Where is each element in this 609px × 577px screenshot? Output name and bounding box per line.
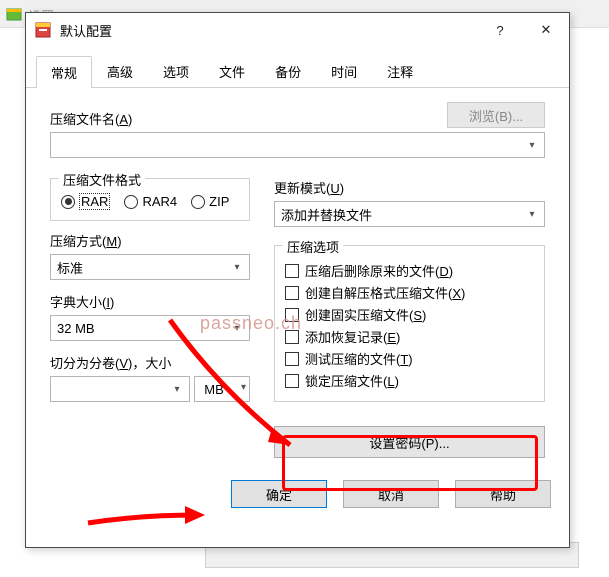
opt-solid[interactable]: 创建固实压缩文件(S)	[285, 305, 534, 324]
format-rar4-radio[interactable]: RAR4	[124, 194, 177, 209]
tab-strip: 常规 高级 选项 文件 备份 时间 注释	[26, 51, 569, 88]
format-rar-radio[interactable]: RAR	[61, 193, 110, 210]
cancel-button[interactable]: 取消	[343, 480, 439, 508]
left-column: 压缩文件格式 RAR RAR4 ZIP	[50, 178, 250, 458]
chevron-down-icon: ▾	[241, 382, 246, 393]
checkbox-icon	[285, 264, 299, 278]
archive-format-group: 压缩文件格式 RAR RAR4 ZIP	[50, 178, 250, 221]
tab-comment[interactable]: 注释	[372, 55, 428, 87]
split-unit-combo[interactable]: MB ▾	[194, 376, 250, 402]
parent-window-icon	[6, 6, 22, 22]
opt-lock[interactable]: 锁定压缩文件(L)	[285, 371, 534, 390]
split-volume-label: 切分为分卷(V)，大小	[50, 353, 250, 372]
compression-method-combo[interactable]: 标准 ▾	[50, 254, 250, 280]
chevron-down-icon: ▾	[229, 259, 245, 275]
tab-files[interactable]: 文件	[204, 55, 260, 87]
radio-icon	[124, 195, 138, 209]
dictionary-size-label: 字典大小(I)	[50, 292, 250, 311]
archive-name-combo[interactable]: ▾	[50, 132, 545, 158]
general-panel: 压缩文件名(A) 浏览(B)... ▾ 压缩文件格式 RAR	[26, 88, 569, 468]
ok-button[interactable]: 确定	[231, 480, 327, 508]
opt-delete-after[interactable]: 压缩后删除原来的文件(D)	[285, 261, 534, 280]
chevron-down-icon: ▾	[169, 381, 185, 397]
dialog-title: 默认配置	[60, 21, 477, 40]
checkbox-icon	[285, 286, 299, 300]
default-profile-dialog: 默认配置 ? ✕ 常规 高级 选项 文件 备份 时间 注释 压缩文件名(A) 浏…	[25, 12, 570, 548]
right-column: 更新模式(U) 添加并替换文件 ▾ 压缩选项 压缩后删除原来的文件(D) 创建自…	[274, 178, 545, 458]
help-footer-button[interactable]: 帮助	[455, 480, 551, 508]
browse-button[interactable]: 浏览(B)...	[447, 102, 545, 128]
checkbox-icon	[285, 352, 299, 366]
tab-time[interactable]: 时间	[316, 55, 372, 87]
checkbox-icon	[285, 330, 299, 344]
dialog-footer: 确定 取消 帮助	[26, 468, 569, 508]
checkbox-icon	[285, 308, 299, 322]
tab-options[interactable]: 选项	[148, 55, 204, 87]
compression-options-group: 压缩选项 压缩后删除原来的文件(D) 创建自解压格式压缩文件(X) 创建固实压缩…	[274, 245, 545, 402]
update-mode-combo[interactable]: 添加并替换文件 ▾	[274, 201, 545, 227]
tab-general[interactable]: 常规	[36, 56, 92, 88]
app-icon	[34, 21, 52, 39]
opt-recovery[interactable]: 添加恢复记录(E)	[285, 327, 534, 346]
archive-name-label: 压缩文件名(A)	[50, 109, 132, 128]
dialog-titlebar: 默认配置 ? ✕	[26, 13, 569, 47]
archive-format-legend: 压缩文件格式	[59, 170, 145, 189]
split-size-combo[interactable]: ▾	[50, 376, 190, 402]
opt-sfx[interactable]: 创建自解压格式压缩文件(X)	[285, 283, 534, 302]
chevron-down-icon: ▾	[524, 137, 540, 153]
compression-method-label: 压缩方式(M)	[50, 231, 250, 250]
update-mode-label: 更新模式(U)	[274, 178, 545, 197]
tab-backup[interactable]: 备份	[260, 55, 316, 87]
dictionary-size-combo[interactable]: 32 MB ▾	[50, 315, 250, 341]
opt-test[interactable]: 测试压缩的文件(T)	[285, 349, 534, 368]
close-button[interactable]: ✕	[523, 15, 569, 45]
compression-options-legend: 压缩选项	[283, 237, 343, 256]
set-password-button[interactable]: 设置密码(P)...	[274, 426, 545, 458]
tab-advanced[interactable]: 高级	[92, 55, 148, 87]
help-button[interactable]: ?	[477, 15, 523, 45]
format-zip-radio[interactable]: ZIP	[191, 194, 229, 209]
checkbox-icon	[285, 374, 299, 388]
chevron-down-icon: ▾	[229, 320, 245, 336]
radio-icon	[191, 195, 205, 209]
chevron-down-icon: ▾	[524, 206, 540, 222]
radio-icon	[61, 195, 75, 209]
